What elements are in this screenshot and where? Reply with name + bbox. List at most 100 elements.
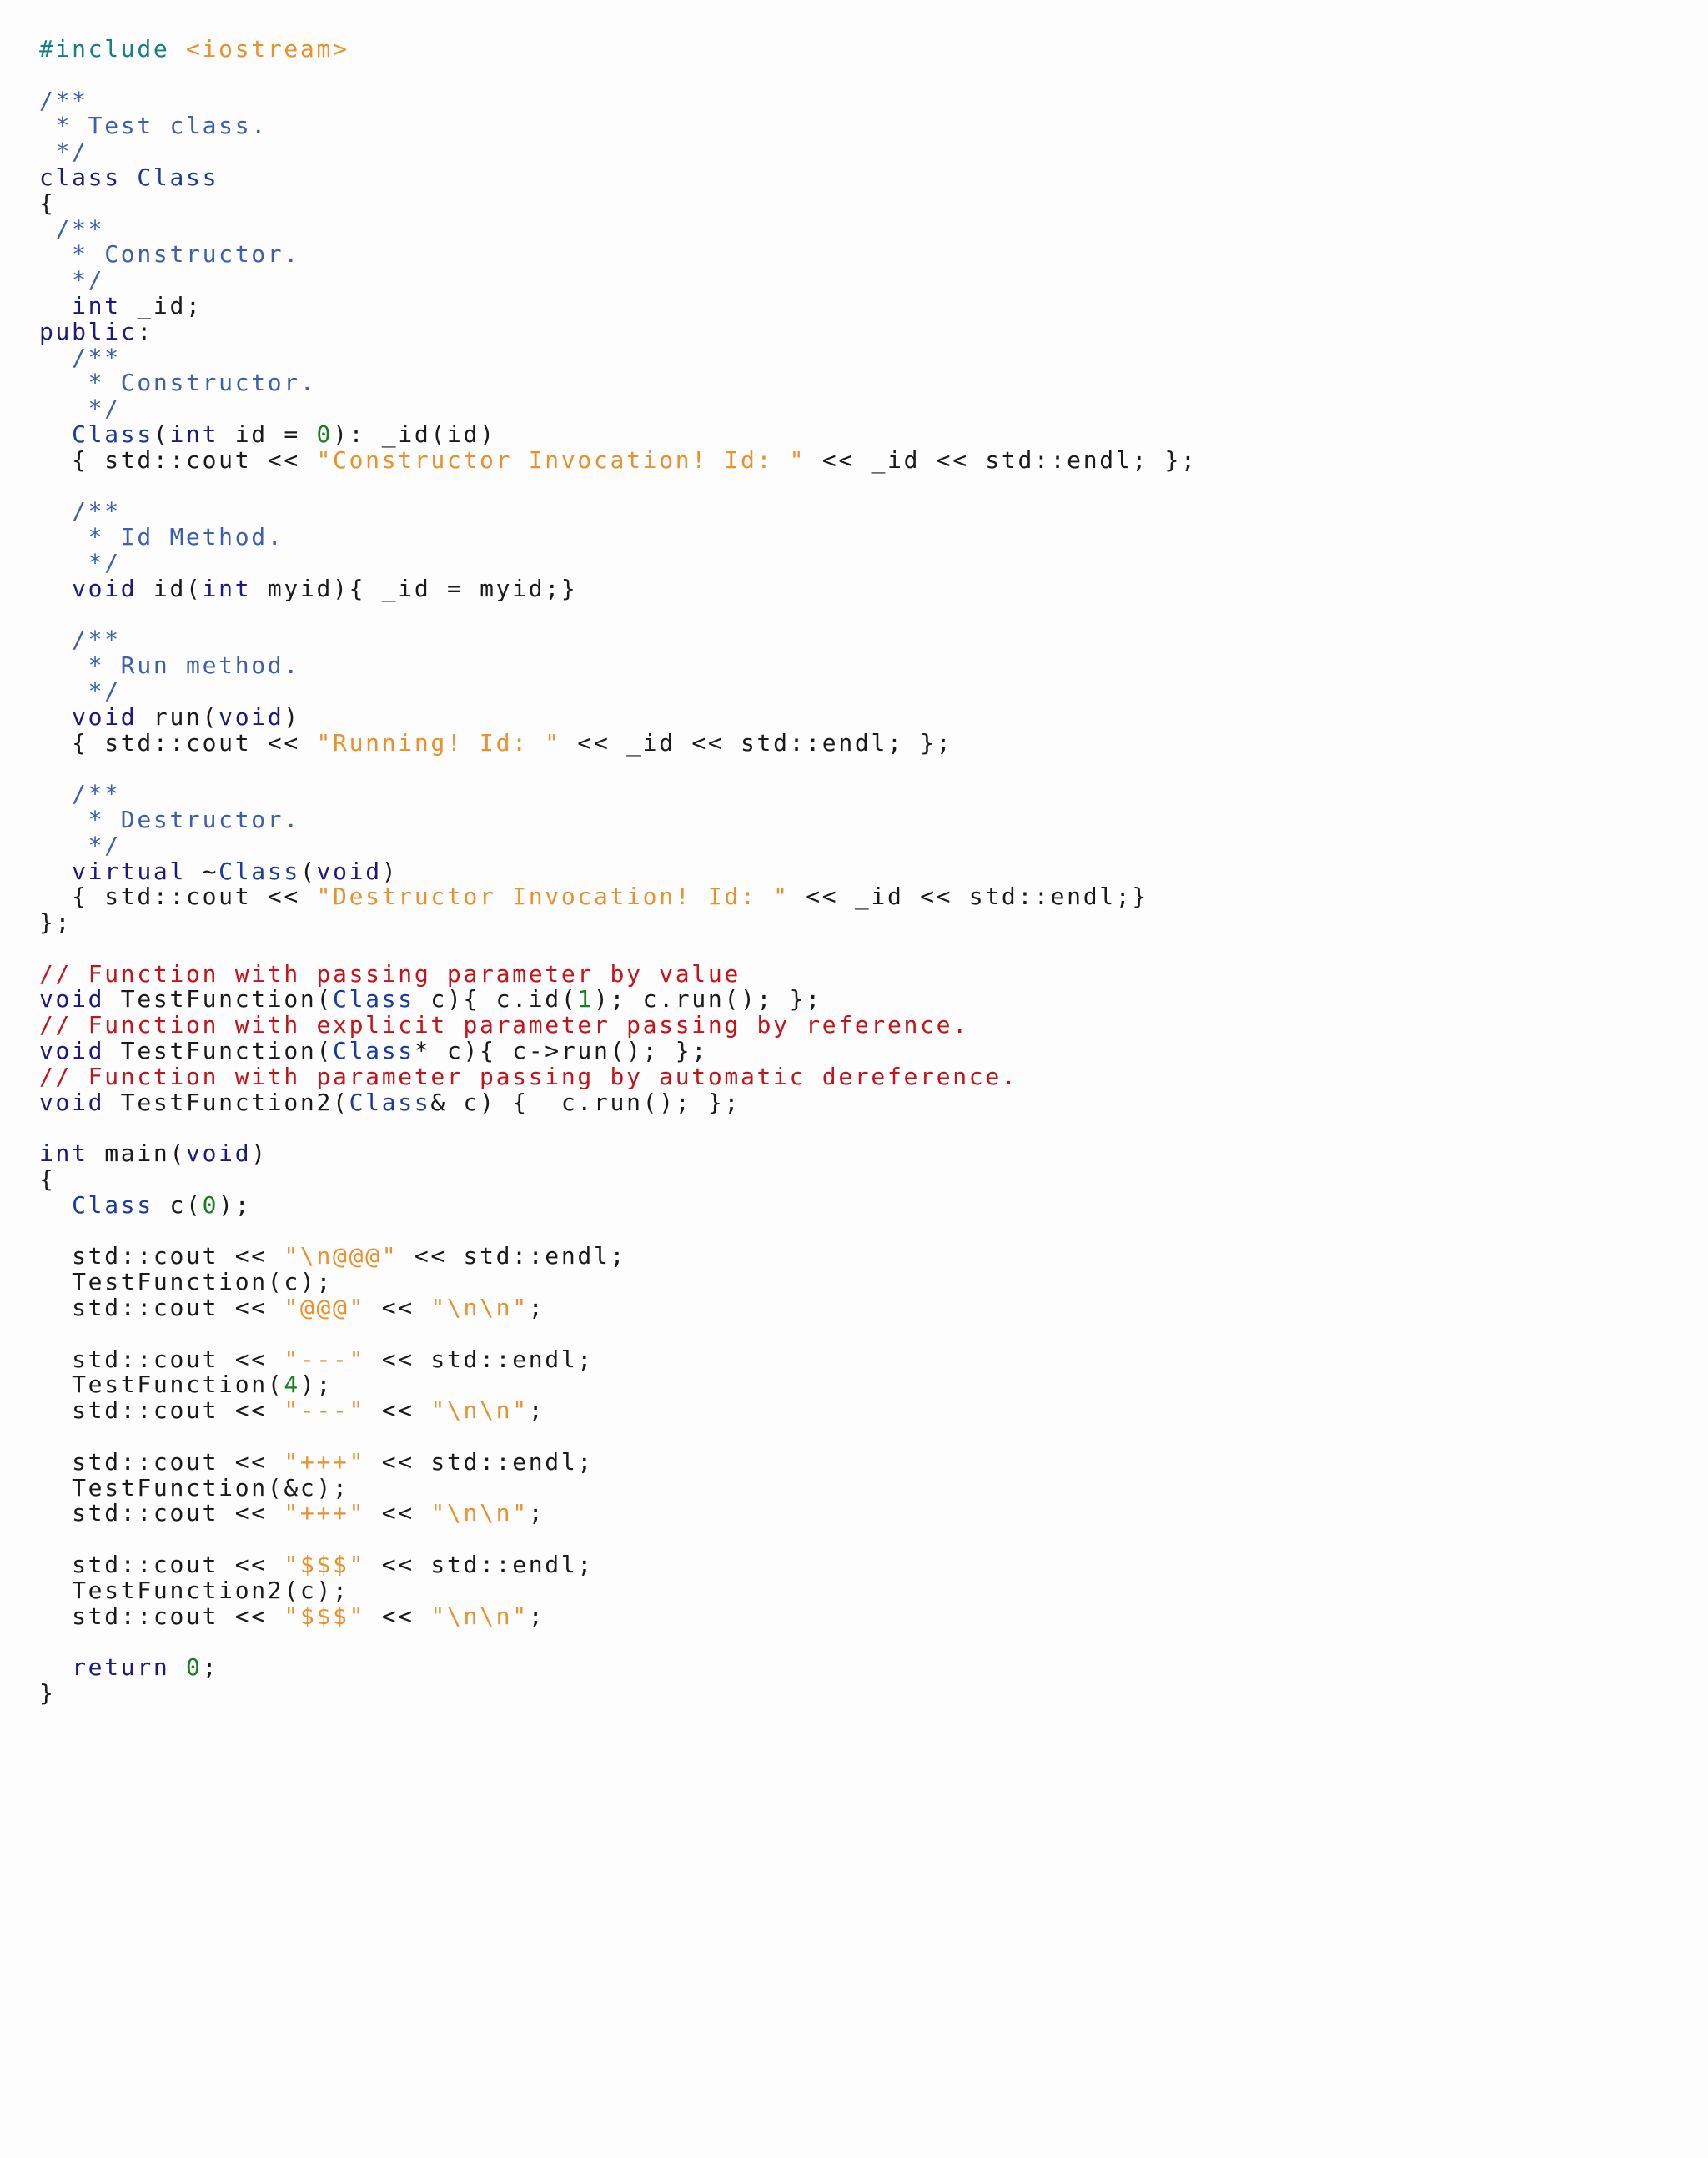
code-line: public: <box>39 319 1198 345</box>
code-text: << <box>365 1294 431 1322</box>
code-line: */ <box>39 677 1198 705</box>
code-line: }; <box>39 909 1198 936</box>
code-text: TestFunction( <box>104 985 334 1014</box>
code-line: #include <iostream> <box>39 36 1198 63</box>
code-line: * Destructor. <box>39 807 1198 833</box>
type-token: Class <box>219 857 300 885</box>
code-text: std::cout << <box>39 1447 284 1476</box>
code-text: std::cout << <box>39 1396 284 1425</box>
code-text: { <box>39 189 56 217</box>
code-line: /** <box>39 497 1198 526</box>
code-line: // Function with passing parameter by va… <box>39 961 1198 988</box>
number-token: 1 <box>577 985 594 1014</box>
doc-comment-token: * Test class. <box>39 112 268 140</box>
code-line: Class(int id = 0): _id(id) <box>39 420 1198 448</box>
code-text: << <box>365 1396 431 1425</box>
doc-comment-token: */ <box>39 677 121 705</box>
code-text: << std::endl; <box>365 1551 594 1579</box>
code-text: TestFunction2( <box>104 1088 349 1116</box>
code-text: ( <box>299 857 317 885</box>
code-line: std::cout << "---" << "\n\n"; <box>39 1396 1198 1425</box>
code-line: void TestFunction(Class* c){ c->run(); }… <box>39 1037 1198 1065</box>
code-text: _id; <box>120 291 203 319</box>
string-token: "Running! Id: " <box>316 728 561 757</box>
code-line: std::cout << "$$$" << "\n\n"; <box>39 1602 1198 1630</box>
code-line: */ <box>39 395 1198 422</box>
code-text: ); <box>299 1371 334 1399</box>
type-token: Class <box>72 1190 153 1219</box>
code-text: << std::endl; <box>365 1345 594 1373</box>
code-text: c( <box>153 1190 203 1219</box>
code-text: ; <box>528 1294 545 1322</box>
code-line: */ <box>39 266 1198 294</box>
code-line: TestFunction(&c); <box>39 1473 1198 1502</box>
code-text: : <box>137 317 153 345</box>
doc-comment-token: /** <box>39 497 121 526</box>
keyword-token: void <box>39 1037 105 1065</box>
code-line: { std::cout << "Running! Id: " << _id <<… <box>39 728 1198 757</box>
comment-token: // Function with explicit parameter pass… <box>39 1011 969 1039</box>
string-token: "$$$" <box>284 1602 366 1630</box>
code-text: main( <box>88 1139 187 1168</box>
code-text: ); c.run(); }; <box>593 985 822 1014</box>
code-editor[interactable]: #include <iostream>/** * Test class. */c… <box>0 0 1708 2158</box>
number-token: 0 <box>316 420 334 448</box>
keyword-token: virtual <box>72 857 187 885</box>
code-text: << _id << std::endl; }; <box>806 445 1198 474</box>
code-text: << <box>365 1602 431 1630</box>
code-text: TestFunction(&c); <box>39 1473 349 1502</box>
code-line: * Constructor. <box>39 241 1198 268</box>
doc-comment-token: /** <box>39 86 88 114</box>
code-line: void TestFunction2(Class& c) { c.run(); … <box>39 1088 1198 1116</box>
type-token: Class <box>349 1088 431 1116</box>
code-text: TestFunction( <box>104 1037 334 1065</box>
code-block[interactable]: #include <iostream>/** * Test class. */c… <box>39 36 1198 1707</box>
code-line: // Function with explicit parameter pass… <box>39 1011 1198 1039</box>
number-token: 0 <box>186 1653 203 1682</box>
string-token: "Constructor Invocation! Id: " <box>316 445 806 474</box>
code-line: std::cout << "@@@" << "\n\n"; <box>39 1295 1198 1321</box>
doc-comment-token: /** <box>39 780 121 808</box>
type-token: Class <box>333 985 414 1014</box>
string-token: "Destructor Invocation! Id: " <box>316 883 790 911</box>
code-line: /** <box>39 780 1198 808</box>
number-token: 4 <box>284 1371 300 1399</box>
code-line: void run(void) <box>39 702 1198 731</box>
keyword-token: return <box>72 1653 170 1682</box>
code-text: { std::cout << <box>39 728 317 757</box>
code-text: << std::endl; <box>365 1447 594 1476</box>
code-text: << <box>365 1499 431 1527</box>
keyword-token: class <box>39 163 138 191</box>
string-token: "\n\n" <box>430 1294 529 1322</box>
string-token: "$$$" <box>284 1551 366 1579</box>
code-text: << _id << std::endl; }; <box>560 728 953 757</box>
code-line: virtual ~Class(void) <box>39 857 1198 885</box>
code-text: run( <box>137 702 219 731</box>
code-line: * Constructor. <box>39 370 1198 396</box>
keyword-token: void <box>72 574 138 602</box>
doc-comment-token: */ <box>39 138 88 166</box>
code-text: ( <box>153 420 170 448</box>
code-line: std::cout << "\n@@@" << std::endl; <box>39 1244 1198 1270</box>
string-token: "---" <box>284 1345 366 1373</box>
string-token: "\n\n" <box>430 1602 529 1630</box>
string-token: "@@@" <box>284 1294 366 1322</box>
code-text: ): _id(id) <box>333 420 496 448</box>
doc-comment-token: * Id Method. <box>39 523 284 551</box>
doc-comment-token: */ <box>39 266 105 294</box>
code-text: ; <box>528 1499 545 1527</box>
code-text: ) <box>284 702 300 731</box>
keyword-token: int <box>169 420 219 448</box>
code-text: std::cout << <box>39 1294 284 1322</box>
code-text: std::cout << <box>39 1345 284 1373</box>
string-token: "\n\n" <box>430 1499 529 1527</box>
code-line: void id(int myid){ _id = myid;} <box>39 576 1198 602</box>
code-line: TestFunction2(c); <box>39 1577 1198 1604</box>
